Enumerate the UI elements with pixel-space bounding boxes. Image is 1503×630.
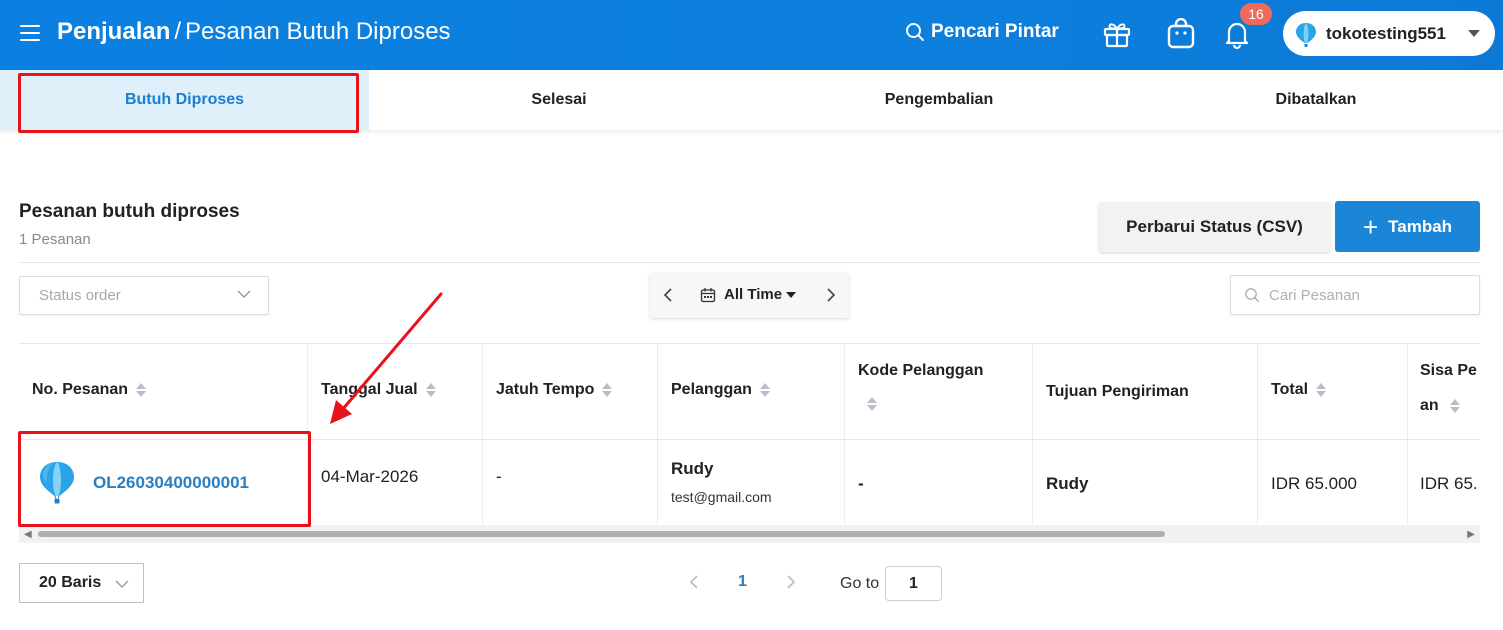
page-title: Penjualan / Pesanan Butuh Diproses — [57, 18, 451, 46]
date-range-dropdown[interactable]: All Time — [700, 286, 797, 303]
prev-page-icon[interactable] — [687, 573, 701, 591]
order-number-link[interactable]: OL26030400000001 — [93, 473, 249, 493]
order-status-tabs: Butuh Diproses Selesai Pengembalian Diba… — [0, 70, 1503, 130]
smart-search-label: Pencari Pintar — [931, 21, 1059, 42]
chevron-down-icon — [115, 580, 129, 588]
column-label-line1: Sisa Pe — [1420, 362, 1477, 379]
gift-icon[interactable] — [1101, 18, 1133, 50]
sort-icon[interactable] — [759, 383, 770, 397]
cell-remaining: IDR 65. — [1408, 440, 1480, 525]
status-order-select[interactable]: Status order — [19, 276, 269, 315]
balloon-logo-icon — [40, 462, 74, 504]
sort-icon[interactable] — [602, 383, 613, 397]
due-date: - — [496, 467, 502, 486]
sort-icon[interactable] — [1450, 399, 1460, 413]
tab-butuh-diproses[interactable]: Butuh Diproses — [0, 70, 369, 130]
cell-customer: Rudy test@gmail.com — [658, 440, 845, 525]
caret-down-icon — [1468, 30, 1480, 37]
column-header-jatuh-tempo: Jatuh Tempo — [483, 344, 658, 439]
add-order-label: Tambah — [1388, 216, 1453, 236]
top-header: Penjualan / Pesanan Butuh Diproses Pencari… — [0, 0, 1503, 70]
column-header-kode-pelanggan: Kode Pelanggan — [845, 344, 1033, 439]
account-name: tokotesting551 — [1326, 24, 1446, 43]
scrollbar-thumb[interactable] — [38, 531, 1165, 537]
section-divider — [19, 262, 1480, 263]
table-row[interactable]: OL26030400000001 04-Mar-2026 - Rudy test… — [19, 440, 1480, 525]
column-label: Pelanggan — [671, 381, 752, 398]
date-range-label: All Time — [724, 286, 783, 303]
customer-email: test@gmail.com — [671, 489, 772, 505]
order-total: IDR 65.000 — [1271, 474, 1357, 493]
status-order-placeholder: Status order — [39, 287, 121, 304]
goto-page-input[interactable] — [885, 566, 942, 601]
order-count: 1 Pesanan — [19, 231, 91, 248]
tab-selesai[interactable]: Selesai — [369, 70, 749, 130]
notification-badge: 16 — [1240, 3, 1272, 25]
column-label: Tujuan Pengiriman — [1046, 383, 1189, 400]
tab-pengembalian[interactable]: Pengembalian — [749, 70, 1129, 130]
sort-icon[interactable] — [136, 383, 147, 397]
rows-per-page-value: 20 Baris — [39, 574, 102, 591]
column-label-line2: an — [1420, 397, 1439, 414]
scroll-right-icon[interactable]: ▶ — [1467, 529, 1475, 540]
chevron-down-icon — [237, 290, 251, 298]
cell-customer-code: - — [845, 440, 1033, 525]
order-remaining: IDR 65. — [1420, 474, 1478, 493]
customer-code: - — [858, 474, 864, 493]
orders-table: No. Pesanan Tanggal Jual Jatuh Tempo Pel… — [19, 343, 1480, 525]
order-search-input[interactable] — [1269, 284, 1469, 306]
page-number-current[interactable]: 1 — [738, 573, 747, 591]
add-order-button[interactable]: + Tambah — [1335, 201, 1480, 252]
goto-label: Go to — [840, 575, 880, 592]
column-label: Total — [1271, 381, 1309, 398]
table-horizontal-scrollbar[interactable]: ◀ ▶ — [19, 525, 1480, 543]
update-status-csv-button[interactable]: Perbarui Status (CSV) — [1099, 202, 1330, 252]
table-header: No. Pesanan Tanggal Jual Jatuh Tempo Pel… — [19, 343, 1480, 440]
cell-total: IDR 65.000 — [1258, 440, 1408, 525]
column-header-sisa-pesanan: Sisa Pe an — [1408, 344, 1480, 439]
next-page-icon[interactable] — [784, 573, 798, 591]
caret-down-icon — [786, 291, 797, 298]
sale-date: 04-Mar-2026 — [321, 467, 419, 486]
breadcrumb-current: Pesanan Butuh Diproses — [185, 18, 451, 45]
shopping-bag-icon[interactable] — [1165, 18, 1197, 50]
plus-icon: + — [1362, 211, 1379, 242]
search-icon — [1245, 288, 1260, 303]
breadcrumb-parent[interactable]: Penjualan — [57, 18, 170, 45]
chevron-left-icon[interactable] — [662, 287, 674, 303]
section-title: Pesanan butuh diproses — [19, 201, 240, 222]
sort-icon[interactable] — [425, 383, 436, 397]
tab-dibatalkan[interactable]: Dibatalkan — [1129, 70, 1503, 130]
customer-name: Rudy — [671, 459, 714, 478]
shipping-destination: Rudy — [1046, 474, 1089, 493]
column-header-no-pesanan: No. Pesanan — [19, 344, 308, 439]
chevron-right-icon[interactable] — [825, 287, 837, 303]
order-search — [1230, 275, 1480, 315]
cell-sale-date: 04-Mar-2026 — [308, 440, 483, 525]
app-root: Penjualan / Pesanan Butuh Diproses Pencari… — [0, 0, 1503, 630]
search-icon — [906, 23, 924, 41]
column-header-tujuan-pengiriman: Tujuan Pengiriman — [1033, 344, 1258, 439]
column-label: Tanggal Jual — [321, 381, 418, 398]
column-header-tanggal-jual: Tanggal Jual — [308, 344, 483, 439]
column-label: Kode Pelanggan — [858, 362, 984, 379]
column-header-total: Total — [1258, 344, 1408, 439]
rows-per-page-select[interactable]: 20 Baris — [19, 563, 144, 603]
breadcrumb-separator: / — [174, 18, 182, 45]
column-label: Jatuh Tempo — [496, 381, 595, 398]
column-label: No. Pesanan — [32, 381, 129, 398]
balloon-logo-icon — [1296, 23, 1316, 47]
column-header-pelanggan: Pelanggan — [658, 344, 845, 439]
cell-order-no: OL26030400000001 — [19, 440, 308, 525]
scroll-left-icon[interactable]: ◀ — [24, 529, 32, 540]
cell-destination: Rudy — [1033, 440, 1258, 525]
smart-search-button[interactable]: Pencari Pintar — [905, 21, 1059, 43]
sort-icon[interactable] — [1316, 383, 1327, 397]
account-switcher[interactable]: tokotesting551 — [1283, 11, 1495, 56]
calendar-icon — [700, 287, 716, 302]
cell-due-date: - — [483, 440, 658, 525]
sort-icon[interactable] — [867, 397, 877, 411]
menu-icon[interactable] — [20, 25, 40, 41]
date-range-navigator: All Time — [650, 273, 849, 318]
